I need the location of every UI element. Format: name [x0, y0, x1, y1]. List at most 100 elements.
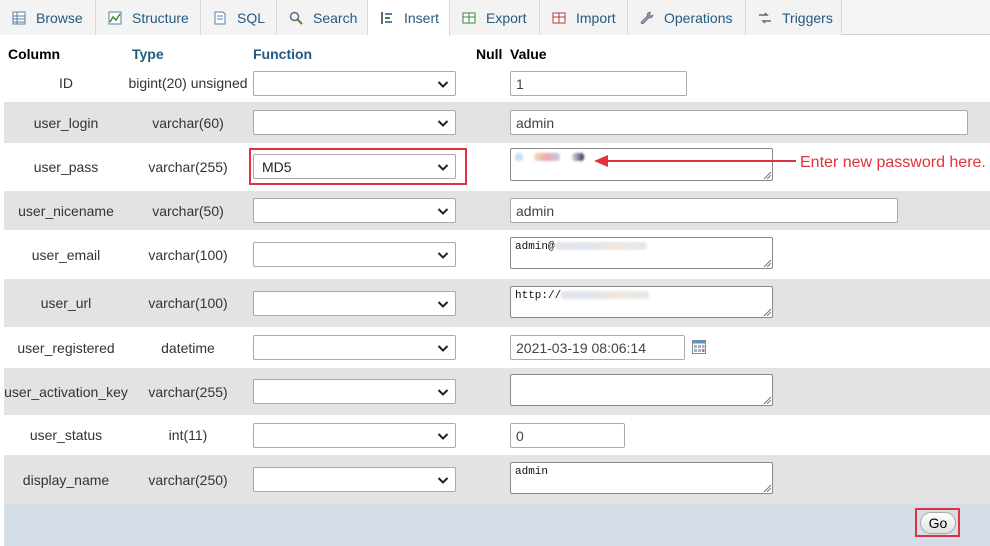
- input-text: admin: [515, 466, 549, 478]
- tab-search[interactable]: Search: [277, 0, 368, 35]
- column-type: varchar(60): [152, 114, 224, 131]
- tab-label: Operations: [664, 9, 733, 26]
- resize-grip-icon[interactable]: [762, 307, 771, 316]
- table-row: display_name varchar(250): [4, 455, 990, 504]
- form-footer: [4, 504, 990, 546]
- column-name: user_nicename: [18, 202, 114, 219]
- input-text: http://: [515, 290, 562, 302]
- value-textarea[interactable]: [510, 374, 773, 406]
- function-select[interactable]: [253, 467, 456, 492]
- redacted-text: [533, 153, 560, 162]
- tab-export[interactable]: Export: [450, 0, 540, 35]
- value-textarea[interactable]: admin: [510, 462, 773, 494]
- chevron-down-icon: [437, 301, 449, 308]
- function-select[interactable]: [253, 198, 456, 223]
- value-textarea[interactable]: http://: [510, 286, 773, 318]
- function-highlight-box: [249, 148, 467, 185]
- type-header[interactable]: Type: [132, 45, 164, 63]
- column-name: user_activation_key: [4, 383, 128, 400]
- input-text: admin@: [515, 241, 555, 253]
- browse-icon: [11, 10, 27, 26]
- table-row: user_url varchar(100): [4, 279, 990, 327]
- datetime-input[interactable]: 2021-03-19 08:06:14: [510, 335, 685, 360]
- value-input[interactable]: 0: [510, 423, 625, 448]
- column-type: datetime: [161, 339, 215, 356]
- column-name: user_url: [40, 295, 92, 311]
- input-text: 2021-03-19 08:06:14: [516, 339, 646, 356]
- table-row: user_registered datetime: [4, 327, 990, 368]
- column-header: Column: [8, 46, 61, 62]
- calendar-icon[interactable]: [692, 340, 706, 354]
- chevron-down-icon: [437, 389, 449, 396]
- input-text: 0: [516, 427, 524, 444]
- value-textarea[interactable]: admin@: [510, 237, 773, 269]
- function-select[interactable]: [253, 379, 456, 404]
- insert-icon: [379, 10, 395, 26]
- function-select[interactable]: [253, 335, 456, 360]
- column-name: user_email: [31, 246, 101, 263]
- chevron-down-icon: [437, 433, 449, 440]
- go-button[interactable]: Go: [920, 512, 956, 534]
- annotation-arrow-icon: [594, 155, 796, 167]
- export-icon: [461, 10, 477, 26]
- chevron-down-icon: [437, 120, 449, 127]
- sql-icon: [212, 10, 228, 26]
- column-name: ID: [59, 75, 73, 91]
- tab-label: Structure: [132, 9, 189, 26]
- column-type: varchar(50): [152, 202, 224, 219]
- function-select[interactable]: [253, 71, 456, 96]
- column-type: varchar(100): [148, 295, 228, 311]
- function-select[interactable]: [253, 110, 456, 135]
- tab-label: Export: [486, 9, 527, 26]
- table-row: user_email varchar(100): [4, 230, 990, 279]
- table-row: user_activation_key varchar(255): [4, 368, 990, 415]
- value-input[interactable]: admin: [510, 110, 968, 135]
- tab-sql[interactable]: SQL: [201, 0, 277, 35]
- chevron-down-icon: [437, 208, 449, 215]
- function-select[interactable]: [253, 423, 456, 448]
- tab-browse[interactable]: Browse: [0, 0, 96, 35]
- chevron-down-icon: [437, 252, 449, 259]
- value-header: Value: [510, 46, 547, 62]
- column-name: user_registered: [17, 339, 115, 356]
- function-select[interactable]: [253, 291, 456, 316]
- column-name: user_status: [29, 427, 103, 443]
- tab-bar: Browse Structure SQL Search Insert Expor…: [0, 0, 990, 36]
- column-type: varchar(255): [148, 383, 228, 400]
- tab-label: Search: [313, 9, 358, 26]
- column-type: varchar(255): [148, 159, 228, 175]
- tab-label: Insert: [404, 10, 440, 26]
- tab-label: SQL: [237, 9, 266, 26]
- function-select[interactable]: [253, 242, 456, 267]
- column-name: user_pass: [33, 159, 99, 175]
- null-header: Null: [476, 46, 503, 62]
- column-name: user_login: [33, 114, 99, 131]
- resize-grip-icon[interactable]: [762, 483, 771, 492]
- resize-grip-icon[interactable]: [762, 395, 771, 404]
- value-input[interactable]: 1: [510, 71, 687, 96]
- input-text: admin: [516, 202, 555, 219]
- import-icon: [551, 10, 567, 26]
- structure-icon: [107, 10, 123, 26]
- table-row: user_status int(11): [4, 415, 990, 455]
- tab-label: Browse: [36, 9, 83, 26]
- search-icon: [288, 10, 304, 26]
- value-input[interactable]: admin: [510, 198, 898, 223]
- function-header[interactable]: Function: [253, 45, 312, 63]
- redacted-text: [515, 153, 523, 162]
- table-row: ID bigint(20) unsigned: [4, 64, 990, 102]
- tab-structure[interactable]: Structure: [96, 0, 201, 35]
- tab-triggers[interactable]: Triggers: [746, 0, 842, 35]
- resize-grip-icon[interactable]: [762, 258, 771, 267]
- chevron-down-icon: [437, 81, 449, 88]
- tab-insert[interactable]: Insert: [368, 0, 450, 36]
- tab-import[interactable]: Import: [540, 0, 628, 35]
- input-text: 1: [516, 75, 524, 92]
- input-text: admin: [516, 114, 555, 131]
- tab-operations[interactable]: Operations: [628, 0, 746, 35]
- column-type: bigint(20) unsigned: [128, 75, 248, 91]
- column-type: int(11): [168, 427, 208, 443]
- chevron-down-icon: [437, 345, 449, 352]
- resize-grip-icon[interactable]: [762, 170, 771, 179]
- triggers-icon: [757, 10, 773, 26]
